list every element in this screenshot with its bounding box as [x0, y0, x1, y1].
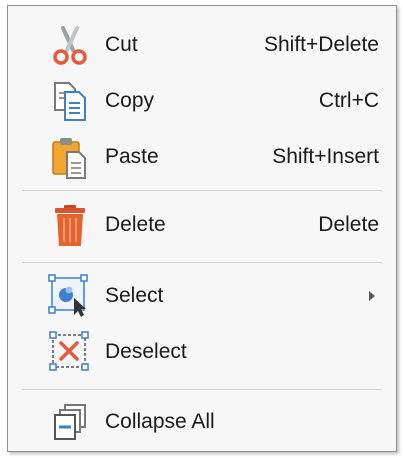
menu-item-label: Delete [105, 213, 166, 236]
shortcut-label: Delete [318, 213, 379, 236]
menu-item-label: Select [105, 284, 164, 307]
shortcut-label: Shift+Delete [264, 33, 379, 56]
shortcut-label: Ctrl+C [318, 89, 379, 112]
menu-item-label: Copy [105, 89, 155, 112]
menu-item-delete[interactable]: Delete Delete [9, 200, 395, 250]
menu-item-select[interactable]: Select [9, 271, 395, 321]
paste-icon [46, 133, 94, 181]
trash-icon [46, 201, 94, 249]
menu-item-label: Paste [105, 145, 159, 168]
menu-item-copy[interactable]: Copy Ctrl+C [9, 76, 395, 126]
scissors-icon [46, 21, 94, 69]
shortcut-label: Shift+Insert [272, 145, 379, 168]
menu-item-label: Deselect [105, 340, 187, 363]
context-menu: Cut Shift+Delete Copy Ctrl+C Paste Shift… [7, 5, 397, 452]
menu-item-label: Collapse All [105, 410, 215, 433]
menu-item-paste[interactable]: Paste Shift+Insert [9, 132, 395, 182]
menu-item-cut[interactable]: Cut Shift+Delete [9, 20, 395, 70]
select-icon [46, 272, 94, 320]
collapse-all-icon [46, 398, 94, 446]
menu-separator [22, 262, 382, 263]
menu-item-label: Cut [105, 33, 138, 56]
menu-separator [22, 389, 382, 390]
deselect-icon [46, 328, 94, 376]
menu-item-deselect[interactable]: Deselect [9, 327, 395, 377]
copy-icon [46, 77, 94, 125]
menu-separator [22, 190, 382, 191]
submenu-arrow-icon [369, 291, 375, 301]
menu-item-collapse-all[interactable]: Collapse All [9, 397, 395, 447]
